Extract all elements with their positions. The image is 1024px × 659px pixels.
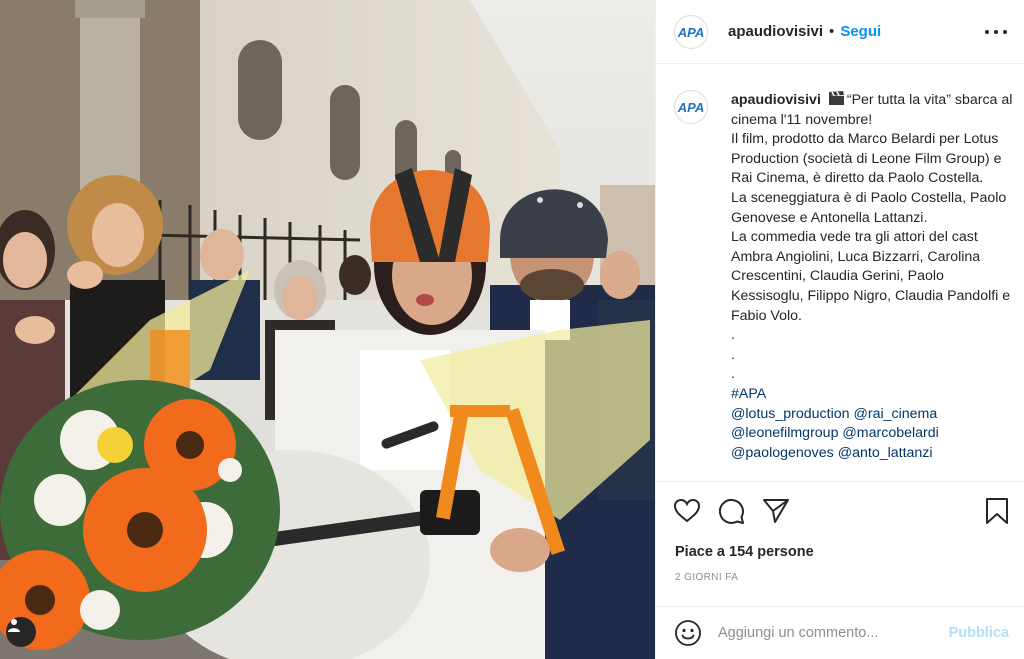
caption-dot-line: . — [731, 366, 735, 383]
more-dot — [985, 30, 989, 34]
more-dot — [1003, 30, 1007, 34]
mention-links[interactable]: @lotus_production @rai_cinema — [731, 405, 1016, 425]
caption-line: La commedia vede tra gli attori del cast… — [731, 229, 1011, 324]
actions-divider — [656, 481, 1024, 482]
post-caption: apaudiovisivi “Per tutta la vita” sbarca… — [731, 91, 1016, 463]
bookmark-icon[interactable] — [982, 496, 1012, 526]
caption-line: Il film, prodotto da Marco Belardi per L… — [731, 131, 1002, 187]
caption-line: La sceneggiatura è di Paolo Costella, Pa… — [731, 189, 1007, 226]
user-tag-icon[interactable] — [6, 617, 36, 647]
follow-button[interactable]: Segui — [840, 23, 881, 40]
svg-text:APA: APA — [677, 100, 704, 115]
post-actions — [656, 492, 1024, 532]
smiley-icon[interactable] — [674, 619, 702, 647]
comment-bubble-icon[interactable] — [716, 496, 746, 526]
mention-links[interactable]: @paologenoves @anto_lattanzi — [731, 444, 1016, 464]
svg-text:APA: APA — [677, 25, 704, 40]
clapper-board-emoji-icon — [828, 91, 844, 105]
caption-dot-line: . — [731, 346, 735, 363]
post-timestamp[interactable]: 2 GIORNI FA — [675, 572, 738, 583]
header-separator: • — [829, 23, 835, 40]
user-tag-glyph — [8, 619, 20, 632]
account-username[interactable]: apaudiovisivi — [728, 23, 823, 40]
comment-input[interactable] — [718, 625, 928, 641]
paper-plane-icon[interactable] — [761, 496, 791, 526]
caption-scroll-area[interactable]: APA apaudiovisivi “Per tutta la vita” sb… — [656, 65, 1024, 481]
more-options-icon[interactable] — [985, 24, 1007, 40]
mention-links[interactable]: @leonefilmgroup @marcobelardi — [731, 424, 1016, 444]
heart-icon[interactable] — [672, 496, 702, 526]
more-dot — [994, 30, 998, 34]
likes-count[interactable]: Piace a 154 persone — [675, 544, 814, 560]
post-photo[interactable] — [0, 0, 655, 659]
post-side-panel: APA apaudiovisivi • Segui APA apaudiovis… — [655, 0, 1024, 659]
apa-logo-icon: APA — [677, 25, 704, 40]
publish-button[interactable]: Pubblica — [949, 625, 1009, 641]
post-header: APA apaudiovisivi • Segui — [656, 0, 1024, 64]
comment-bar: Pubblica — [656, 606, 1024, 659]
post-photo-illustration — [0, 0, 655, 659]
account-avatar[interactable]: APA — [674, 14, 708, 49]
hashtag-link[interactable]: #APA — [731, 385, 1016, 405]
caption-username[interactable]: apaudiovisivi — [731, 92, 821, 108]
caption-avatar[interactable]: APA — [674, 90, 708, 124]
apa-logo-icon: APA — [677, 100, 704, 115]
caption-dot-line: . — [731, 327, 735, 344]
